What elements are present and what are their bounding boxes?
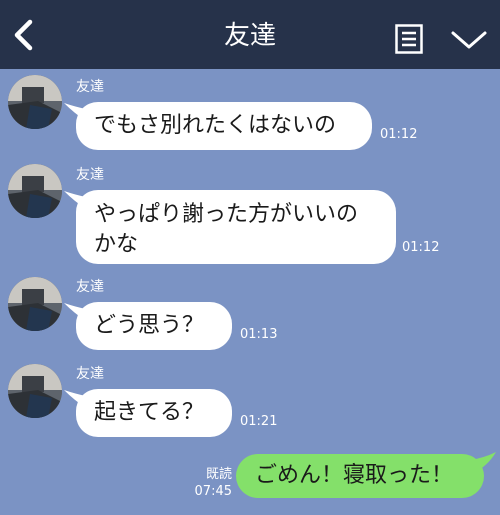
- avatar-photo: [8, 364, 62, 418]
- message-bubble[interactable]: どう思う？: [76, 302, 232, 350]
- avatar[interactable]: [8, 164, 62, 218]
- message-time: 07:45: [194, 484, 232, 499]
- message-text: ごめん！寝取った！: [255, 463, 454, 488]
- message-text: でもさ別れたくはないの: [94, 113, 337, 138]
- outgoing-message-bubble[interactable]: ごめん！寝取った！: [236, 454, 484, 498]
- avatar-photo: [8, 75, 62, 129]
- message-text: どう思う？: [94, 313, 205, 338]
- message-bubble[interactable]: やっぱり謝った方がいいの かな: [76, 190, 396, 264]
- message-bubble[interactable]: でもさ別れたくはないの: [76, 102, 372, 150]
- chevron-down-icon: [451, 31, 487, 49]
- read-receipt: 既読 07:45: [188, 466, 232, 500]
- avatar-photo: [8, 164, 62, 218]
- message-text-line: かな: [94, 232, 139, 257]
- sender-name: 友達: [76, 79, 104, 95]
- message-text: 起きてる？: [94, 400, 205, 425]
- message-time: 01:13: [240, 327, 278, 342]
- avatar[interactable]: [8, 75, 62, 129]
- message-text-line: やっぱり謝った方がいいの: [94, 202, 359, 227]
- sender-name: 友達: [76, 279, 104, 295]
- message-bubble[interactable]: 起きてる？: [76, 389, 232, 437]
- avatar[interactable]: [8, 277, 62, 331]
- bubble-tail: [470, 452, 496, 474]
- menu-list-icon: [395, 24, 423, 54]
- message-time: 01:12: [380, 127, 418, 142]
- avatar[interactable]: [8, 364, 62, 418]
- chat-header: 友達: [0, 0, 500, 69]
- expand-button[interactable]: [450, 28, 488, 52]
- sender-name: 友達: [76, 167, 104, 183]
- chat-title: 友達: [223, 21, 276, 51]
- sender-name: 友達: [76, 366, 104, 382]
- message-time: 01:21: [240, 414, 278, 429]
- message-time: 01:12: [402, 240, 440, 255]
- menu-button[interactable]: [395, 24, 423, 54]
- read-label: 既読: [205, 467, 232, 482]
- avatar-photo: [8, 277, 62, 331]
